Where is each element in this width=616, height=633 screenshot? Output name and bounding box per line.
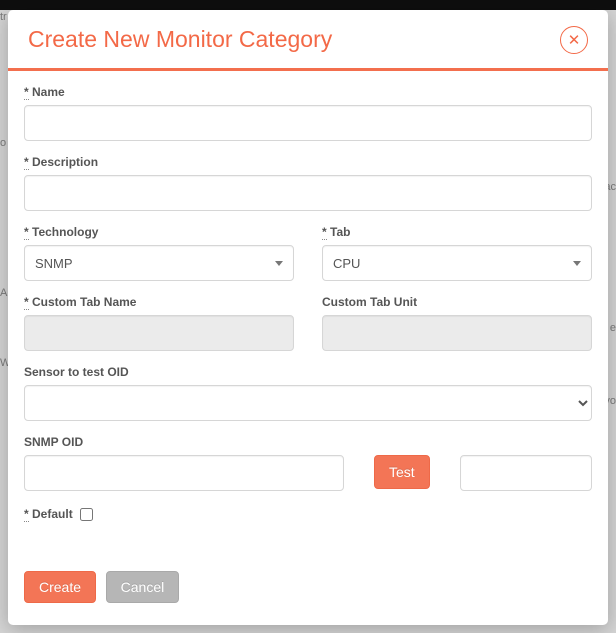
- tab-field-group: * Tab CPU: [322, 225, 592, 281]
- name-label-text: Name: [32, 85, 65, 99]
- tech-tab-row: * Technology SNMP * Tab CPU: [24, 225, 592, 281]
- required-marker: *: [24, 85, 29, 100]
- custom-tab-row: * Custom Tab Name Custom Tab Unit: [24, 295, 592, 351]
- required-marker: *: [24, 225, 29, 240]
- close-icon: ✕: [568, 33, 581, 48]
- default-checkbox[interactable]: [80, 508, 93, 521]
- custom-tab-name-input: [24, 315, 294, 351]
- background-dark-strip: [0, 0, 616, 10]
- tab-label: * Tab: [322, 225, 592, 239]
- technology-label: * Technology: [24, 225, 294, 239]
- bg-text-fragment: e: [610, 322, 616, 334]
- snmp-oid-result-input[interactable]: [460, 455, 592, 491]
- create-button[interactable]: Create: [24, 571, 96, 603]
- tab-select-wrap: CPU: [322, 245, 592, 281]
- sensor-oid-label: Sensor to test OID: [24, 365, 592, 379]
- description-field-group: * Description: [24, 155, 592, 211]
- technology-label-text: Technology: [32, 225, 98, 239]
- snmp-oid-row: Test: [24, 455, 592, 491]
- custom-tab-name-group: * Custom Tab Name: [24, 295, 294, 351]
- required-marker: *: [322, 225, 327, 240]
- modal-title: Create New Monitor Category: [28, 26, 332, 54]
- technology-field-group: * Technology SNMP: [24, 225, 294, 281]
- required-marker: *: [24, 295, 29, 310]
- custom-tab-unit-input: [322, 315, 592, 351]
- tab-select[interactable]: CPU: [322, 245, 592, 281]
- snmp-oid-input[interactable]: [24, 455, 344, 491]
- cancel-button[interactable]: Cancel: [106, 571, 180, 603]
- custom-tab-unit-group: Custom Tab Unit: [322, 295, 592, 351]
- custom-tab-name-label: * Custom Tab Name: [24, 295, 294, 309]
- name-label: * Name: [24, 85, 592, 99]
- description-label: * Description: [24, 155, 592, 169]
- required-marker: *: [24, 155, 29, 170]
- test-button-wrap: Test: [374, 455, 430, 489]
- modal-body: * Name * Description * Technology: [8, 71, 608, 561]
- snmp-oid-input-wrap: [24, 455, 344, 491]
- create-monitor-category-modal: Create New Monitor Category ✕ * Name * D…: [8, 10, 608, 625]
- sensor-oid-group: Sensor to test OID: [24, 365, 592, 421]
- technology-select-wrap: SNMP: [24, 245, 294, 281]
- default-group: * Default: [24, 505, 592, 524]
- custom-tab-name-label-text: Custom Tab Name: [32, 295, 136, 309]
- custom-tab-unit-label-text: Custom Tab Unit: [322, 295, 417, 309]
- test-button[interactable]: Test: [374, 455, 430, 489]
- bg-text-fragment: o: [0, 137, 6, 149]
- close-button[interactable]: ✕: [560, 26, 588, 54]
- description-input[interactable]: [24, 175, 592, 211]
- snmp-oid-label: SNMP OID: [24, 435, 592, 449]
- technology-select[interactable]: SNMP: [24, 245, 294, 281]
- name-input[interactable]: [24, 105, 592, 141]
- required-marker: *: [24, 507, 29, 522]
- sensor-oid-label-text: Sensor to test OID: [24, 365, 129, 379]
- default-label-text: Default: [32, 507, 73, 521]
- name-field-group: * Name: [24, 85, 592, 141]
- snmp-oid-group: SNMP OID Test: [24, 435, 592, 491]
- modal-header: Create New Monitor Category ✕: [8, 10, 608, 71]
- default-label: * Default: [24, 507, 76, 521]
- tab-label-text: Tab: [330, 225, 350, 239]
- bg-text-fragment: A: [0, 287, 7, 299]
- snmp-oid-result-wrap: [460, 455, 592, 491]
- description-label-text: Description: [32, 155, 98, 169]
- modal-footer: Create Cancel: [8, 561, 608, 625]
- custom-tab-unit-label: Custom Tab Unit: [322, 295, 592, 309]
- sensor-oid-select[interactable]: [24, 385, 592, 421]
- snmp-oid-label-text: SNMP OID: [24, 435, 83, 449]
- bg-text-fragment: tr: [0, 11, 7, 23]
